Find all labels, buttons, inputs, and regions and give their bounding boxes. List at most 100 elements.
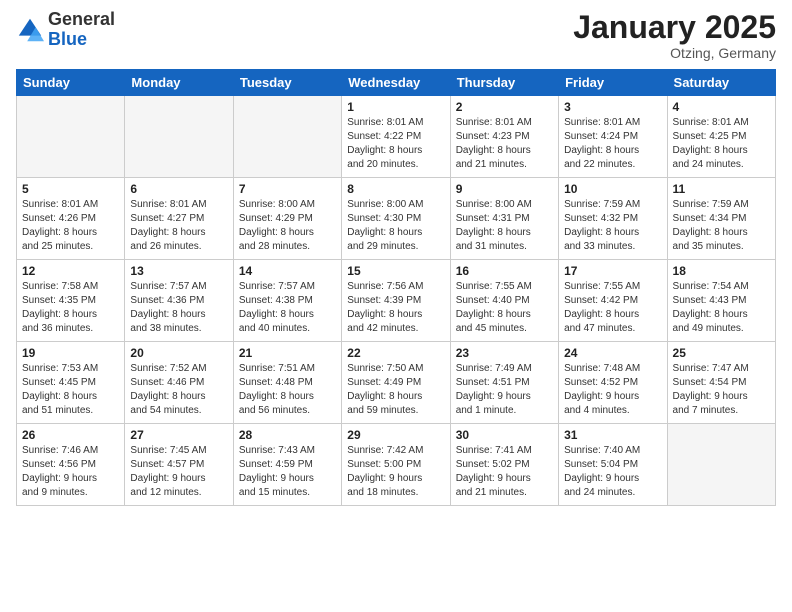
day-info: Sunrise: 8:01 AM Sunset: 4:27 PM Dayligh… bbox=[130, 198, 227, 254]
calendar-cell: 8 Sunrise: 8:00 AM Sunset: 4:30 PM Daylig… bbox=[342, 178, 450, 260]
day-number: 30 bbox=[456, 428, 553, 442]
calendar: SundayMondayTuesdayWednesdayThursdayFrid… bbox=[16, 69, 776, 506]
calendar-cell: 15 Sunrise: 7:56 AM Sunset: 4:39 PM Dayli… bbox=[342, 260, 450, 342]
day-number: 6 bbox=[130, 182, 227, 196]
day-number: 25 bbox=[673, 346, 770, 360]
day-number: 9 bbox=[456, 182, 553, 196]
day-number: 12 bbox=[22, 264, 119, 278]
day-number: 2 bbox=[456, 100, 553, 114]
logo-general: General bbox=[48, 9, 115, 29]
calendar-cell: 27 Sunrise: 7:45 AM Sunset: 4:57 PM Dayli… bbox=[125, 424, 233, 506]
calendar-cell: 18 Sunrise: 7:54 AM Sunset: 4:43 PM Dayli… bbox=[667, 260, 775, 342]
day-number: 8 bbox=[347, 182, 444, 196]
day-number: 31 bbox=[564, 428, 661, 442]
day-info: Sunrise: 8:01 AM Sunset: 4:25 PM Dayligh… bbox=[673, 116, 770, 172]
calendar-cell: 2 Sunrise: 8:01 AM Sunset: 4:23 PM Daylig… bbox=[450, 96, 558, 178]
header: General Blue January 2025 Otzing, German… bbox=[16, 10, 776, 61]
calendar-cell bbox=[17, 96, 125, 178]
day-info: Sunrise: 8:01 AM Sunset: 4:24 PM Dayligh… bbox=[564, 116, 661, 172]
logo-icon bbox=[16, 16, 44, 44]
week-row-1: 5Sunrise: 8:01 AM Sunset: 4:26 PM Daylig… bbox=[17, 178, 776, 260]
day-number: 15 bbox=[347, 264, 444, 278]
calendar-cell: 30 Sunrise: 7:41 AM Sunset: 5:02 PM Dayli… bbox=[450, 424, 558, 506]
day-info: Sunrise: 7:57 AM Sunset: 4:38 PM Dayligh… bbox=[239, 280, 336, 336]
day-number: 13 bbox=[130, 264, 227, 278]
day-info: Sunrise: 7:46 AM Sunset: 4:56 PM Dayligh… bbox=[22, 444, 119, 500]
calendar-cell: 19 Sunrise: 7:53 AM Sunset: 4:45 PM Dayli… bbox=[17, 342, 125, 424]
day-info: Sunrise: 7:59 AM Sunset: 4:32 PM Dayligh… bbox=[564, 198, 661, 254]
day-info: Sunrise: 7:52 AM Sunset: 4:46 PM Dayligh… bbox=[130, 362, 227, 418]
calendar-cell bbox=[233, 96, 341, 178]
calendar-cell: 1Sunrise: 8:01 AM Sunset: 4:22 PM Daylig… bbox=[342, 96, 450, 178]
day-info: Sunrise: 7:51 AM Sunset: 4:48 PM Dayligh… bbox=[239, 362, 336, 418]
day-info: Sunrise: 7:48 AM Sunset: 4:52 PM Dayligh… bbox=[564, 362, 661, 418]
day-info: Sunrise: 8:01 AM Sunset: 4:23 PM Dayligh… bbox=[456, 116, 553, 172]
week-row-2: 12Sunrise: 7:58 AM Sunset: 4:35 PM Dayli… bbox=[17, 260, 776, 342]
day-number: 10 bbox=[564, 182, 661, 196]
day-number: 27 bbox=[130, 428, 227, 442]
weekday-header-saturday: Saturday bbox=[667, 70, 775, 96]
calendar-cell: 12Sunrise: 7:58 AM Sunset: 4:35 PM Dayli… bbox=[17, 260, 125, 342]
calendar-cell: 5Sunrise: 8:01 AM Sunset: 4:26 PM Daylig… bbox=[17, 178, 125, 260]
day-number: 3 bbox=[564, 100, 661, 114]
weekday-header-wednesday: Wednesday bbox=[342, 70, 450, 96]
day-info: Sunrise: 7:57 AM Sunset: 4:36 PM Dayligh… bbox=[130, 280, 227, 336]
day-number: 11 bbox=[673, 182, 770, 196]
day-number: 5 bbox=[22, 182, 119, 196]
day-number: 16 bbox=[456, 264, 553, 278]
day-info: Sunrise: 8:00 AM Sunset: 4:29 PM Dayligh… bbox=[239, 198, 336, 254]
day-info: Sunrise: 7:50 AM Sunset: 4:49 PM Dayligh… bbox=[347, 362, 444, 418]
day-info: Sunrise: 8:00 AM Sunset: 4:30 PM Dayligh… bbox=[347, 198, 444, 254]
day-info: Sunrise: 7:43 AM Sunset: 4:59 PM Dayligh… bbox=[239, 444, 336, 500]
day-number: 28 bbox=[239, 428, 336, 442]
day-info: Sunrise: 7:53 AM Sunset: 4:45 PM Dayligh… bbox=[22, 362, 119, 418]
day-number: 24 bbox=[564, 346, 661, 360]
location: Otzing, Germany bbox=[573, 45, 776, 61]
month-title: January 2025 bbox=[573, 10, 776, 45]
page: General Blue January 2025 Otzing, German… bbox=[0, 0, 792, 612]
day-info: Sunrise: 8:00 AM Sunset: 4:31 PM Dayligh… bbox=[456, 198, 553, 254]
weekday-header-friday: Friday bbox=[559, 70, 667, 96]
day-number: 23 bbox=[456, 346, 553, 360]
week-row-0: 1Sunrise: 8:01 AM Sunset: 4:22 PM Daylig… bbox=[17, 96, 776, 178]
day-number: 14 bbox=[239, 264, 336, 278]
calendar-cell: 31Sunrise: 7:40 AM Sunset: 5:04 PM Dayli… bbox=[559, 424, 667, 506]
calendar-cell: 24 Sunrise: 7:48 AM Sunset: 4:52 PM Dayli… bbox=[559, 342, 667, 424]
day-info: Sunrise: 7:45 AM Sunset: 4:57 PM Dayligh… bbox=[130, 444, 227, 500]
day-info: Sunrise: 7:56 AM Sunset: 4:39 PM Dayligh… bbox=[347, 280, 444, 336]
day-info: Sunrise: 7:41 AM Sunset: 5:02 PM Dayligh… bbox=[456, 444, 553, 500]
weekday-header-thursday: Thursday bbox=[450, 70, 558, 96]
calendar-cell: 13 Sunrise: 7:57 AM Sunset: 4:36 PM Dayli… bbox=[125, 260, 233, 342]
calendar-cell: 28 Sunrise: 7:43 AM Sunset: 4:59 PM Dayli… bbox=[233, 424, 341, 506]
calendar-cell: 7Sunrise: 8:00 AM Sunset: 4:29 PM Daylig… bbox=[233, 178, 341, 260]
calendar-cell: 26Sunrise: 7:46 AM Sunset: 4:56 PM Dayli… bbox=[17, 424, 125, 506]
calendar-cell: 4 Sunrise: 8:01 AM Sunset: 4:25 PM Daylig… bbox=[667, 96, 775, 178]
week-row-4: 26Sunrise: 7:46 AM Sunset: 4:56 PM Dayli… bbox=[17, 424, 776, 506]
logo-text: General Blue bbox=[48, 10, 115, 50]
logo: General Blue bbox=[16, 10, 115, 50]
day-number: 19 bbox=[22, 346, 119, 360]
day-info: Sunrise: 7:55 AM Sunset: 4:42 PM Dayligh… bbox=[564, 280, 661, 336]
logo-blue: Blue bbox=[48, 29, 87, 49]
calendar-cell: 23 Sunrise: 7:49 AM Sunset: 4:51 PM Dayli… bbox=[450, 342, 558, 424]
day-number: 21 bbox=[239, 346, 336, 360]
day-info: Sunrise: 7:55 AM Sunset: 4:40 PM Dayligh… bbox=[456, 280, 553, 336]
day-info: Sunrise: 7:42 AM Sunset: 5:00 PM Dayligh… bbox=[347, 444, 444, 500]
calendar-cell: 22 Sunrise: 7:50 AM Sunset: 4:49 PM Dayli… bbox=[342, 342, 450, 424]
day-number: 18 bbox=[673, 264, 770, 278]
day-number: 22 bbox=[347, 346, 444, 360]
day-info: Sunrise: 7:47 AM Sunset: 4:54 PM Dayligh… bbox=[673, 362, 770, 418]
calendar-cell: 21 Sunrise: 7:51 AM Sunset: 4:48 PM Dayli… bbox=[233, 342, 341, 424]
day-info: Sunrise: 8:01 AM Sunset: 4:22 PM Dayligh… bbox=[347, 116, 444, 172]
calendar-cell: 17 Sunrise: 7:55 AM Sunset: 4:42 PM Dayli… bbox=[559, 260, 667, 342]
calendar-cell: 10 Sunrise: 7:59 AM Sunset: 4:32 PM Dayli… bbox=[559, 178, 667, 260]
calendar-cell bbox=[667, 424, 775, 506]
calendar-cell: 9 Sunrise: 8:00 AM Sunset: 4:31 PM Daylig… bbox=[450, 178, 558, 260]
day-info: Sunrise: 7:49 AM Sunset: 4:51 PM Dayligh… bbox=[456, 362, 553, 418]
day-info: Sunrise: 7:54 AM Sunset: 4:43 PM Dayligh… bbox=[673, 280, 770, 336]
calendar-cell bbox=[125, 96, 233, 178]
weekday-header-row: SundayMondayTuesdayWednesdayThursdayFrid… bbox=[17, 70, 776, 96]
day-number: 4 bbox=[673, 100, 770, 114]
day-number: 17 bbox=[564, 264, 661, 278]
calendar-cell: 16 Sunrise: 7:55 AM Sunset: 4:40 PM Dayli… bbox=[450, 260, 558, 342]
